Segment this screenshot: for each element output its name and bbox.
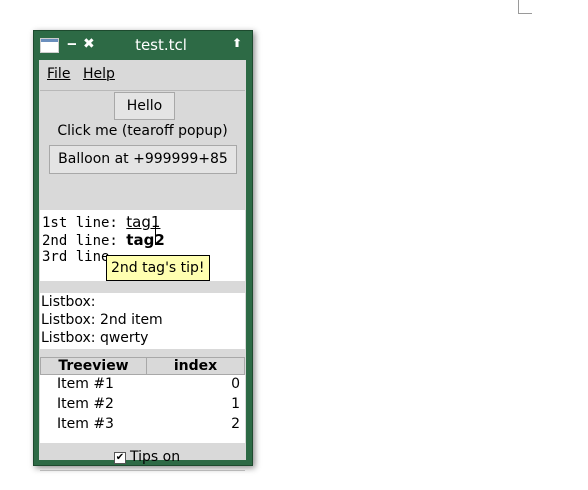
treeview-row-index: 2: [231, 416, 240, 432]
text-line-1: 1st line: tag1: [42, 213, 160, 231]
tooltip: 2nd tag's tip!: [106, 255, 210, 281]
tips-label[interactable]: Tips on: [130, 449, 180, 465]
menu-help[interactable]: Help: [83, 66, 115, 82]
treeview-row-index: 1: [231, 396, 240, 412]
line-1-prefix: 1st line:: [42, 215, 127, 231]
close-icon[interactable]: ✖: [83, 36, 95, 52]
listbox-item[interactable]: Listbox: qwerty: [41, 330, 148, 346]
raise-icon[interactable]: ⬆: [232, 36, 242, 50]
listbox[interactable]: Listbox: Listbox: 2nd item Listbox: qwer…: [40, 293, 245, 349]
menu-file[interactable]: File: [47, 66, 70, 82]
treeview-row-name[interactable]: Item #1: [57, 376, 114, 392]
tag2-text[interactable]: tag2: [126, 231, 164, 249]
title-bar: ‒ ✖ test.tcl ⬆: [34, 31, 252, 59]
treeview[interactable]: Treeview index Item #1 0 Item #2 1 Item …: [40, 357, 245, 443]
app-window: ‒ ✖ test.tcl ⬆ File Help Hello Click me …: [33, 30, 253, 471]
tips-checkbox[interactable]: ✔ Tips on: [39, 447, 246, 471]
line-3-prefix: 3rd line: [42, 249, 110, 265]
text-cursor: [155, 225, 156, 245]
text-line-2: 2nd line: tag2: [42, 231, 165, 249]
menu-bar: File Help: [40, 61, 245, 91]
corner-mark: [518, 0, 532, 14]
tearoff-label[interactable]: Click me (tearoff popup): [39, 123, 246, 139]
balloon-button[interactable]: Balloon at +999999+85: [49, 145, 237, 174]
client-area: File Help Hello Click me (tearoff popup)…: [39, 60, 246, 471]
line-2-prefix: 2nd line:: [42, 233, 127, 249]
minimize-icon[interactable]: ‒: [67, 36, 77, 52]
window-title: test.tcl: [135, 36, 187, 54]
hello-button[interactable]: Hello: [114, 92, 175, 120]
text-line-3: 3rd line: [42, 249, 109, 265]
treeview-header-index[interactable]: index: [146, 357, 245, 375]
status-bar: [40, 470, 245, 490]
checkbox-check-icon[interactable]: ✔: [114, 452, 126, 464]
listbox-item[interactable]: Listbox: 2nd item: [41, 312, 163, 328]
window-menu-icon[interactable]: [40, 38, 59, 53]
listbox-item[interactable]: Listbox:: [41, 294, 96, 310]
treeview-header-name[interactable]: Treeview: [40, 357, 147, 375]
treeview-row-index: 0: [231, 376, 240, 392]
treeview-row-name[interactable]: Item #3: [57, 416, 114, 432]
treeview-row-name[interactable]: Item #2: [57, 396, 114, 412]
